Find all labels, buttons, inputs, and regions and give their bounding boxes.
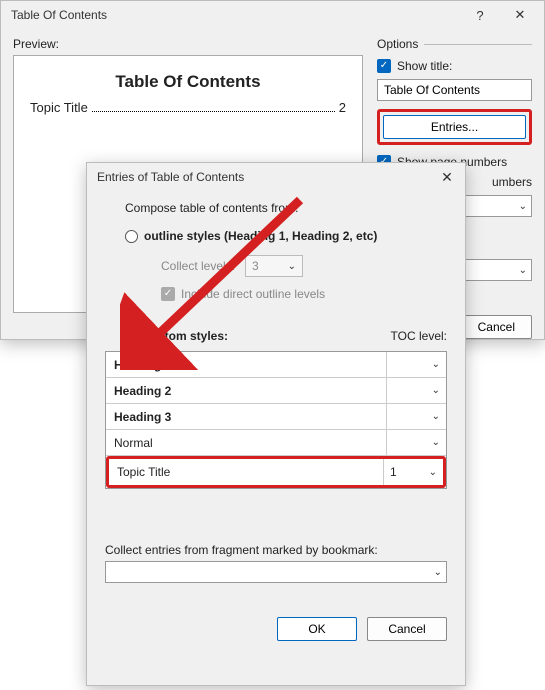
preview-title: Table Of Contents <box>30 72 346 92</box>
radio-icon <box>125 230 138 243</box>
sub-close-button[interactable]: ✕ <box>433 163 461 191</box>
preview-leader-dots <box>92 111 335 112</box>
toc-level-label: TOC level: <box>391 329 447 343</box>
collect-levels-label: Collect levels: <box>161 259 235 273</box>
bookmark-combo[interactable]: ⌄ <box>105 561 447 583</box>
style-level-combo[interactable]: ⌄ <box>386 404 446 429</box>
preview-item-page: 2 <box>339 100 346 115</box>
entries-button[interactable]: Entries... <box>383 115 526 139</box>
style-name: Heading 3 <box>106 410 386 424</box>
sub-cancel-button[interactable]: Cancel <box>367 617 447 641</box>
preview-item-text: Topic Title <box>30 100 88 115</box>
include-direct-checkbox: ✓ Include direct outline levels <box>105 285 447 303</box>
style-level-combo[interactable]: ⌄ <box>386 378 446 403</box>
separator <box>424 44 532 45</box>
style-name: Heading 1 <box>106 358 386 372</box>
options-label: Options <box>377 37 418 51</box>
chevron-down-icon: ⌄ <box>288 261 296 272</box>
style-row[interactable]: Heading 3 ⌄ <box>106 404 446 430</box>
chevron-down-icon: ⌄ <box>432 359 440 370</box>
radio-icon <box>125 330 138 343</box>
title-input[interactable] <box>377 79 532 101</box>
style-level-value: 1 <box>390 465 397 479</box>
check-icon: ✓ <box>377 59 391 73</box>
titlebar: Table Of Contents ? ✕ <box>1 1 544 29</box>
collect-bookmark-label: Collect entries from fragment marked by … <box>105 543 447 557</box>
style-row[interactable]: Normal ⌄ <box>106 430 446 456</box>
topic-title-highlight: Topic Title1⌄ <box>106 456 446 488</box>
include-direct-label: Include direct outline levels <box>181 287 325 301</box>
style-name: Topic Title <box>109 465 383 479</box>
chevron-down-icon: ⌄ <box>434 567 442 578</box>
style-level-combo[interactable]: ⌄ <box>386 352 446 377</box>
check-icon: ✓ <box>161 287 175 301</box>
chevron-down-icon: ⌄ <box>519 201 527 212</box>
chevron-down-icon: ⌄ <box>432 385 440 396</box>
main-cancel-button[interactable]: Cancel <box>461 315 532 339</box>
style-name: Normal <box>106 436 386 450</box>
custom-radio-label: custom styles: <box>144 329 228 343</box>
chevron-down-icon: ⌄ <box>432 411 440 422</box>
outline-radio-label: outline styles (Heading 1, Heading 2, et… <box>144 229 377 243</box>
sub-titlebar: Entries of Table of Contents ✕ <box>87 163 465 191</box>
preview-row: Topic Title 2 <box>30 100 346 115</box>
style-row[interactable]: Heading 2 ⌄ <box>106 378 446 404</box>
style-name: Heading 2 <box>106 384 386 398</box>
sub-dialog-title: Entries of Table of Contents <box>97 170 433 184</box>
entries-dialog: Entries of Table of Contents ✕ Compose t… <box>86 162 466 686</box>
chevron-down-icon: ⌄ <box>429 467 437 478</box>
outline-styles-radio[interactable]: outline styles (Heading 1, Heading 2, et… <box>105 225 447 247</box>
chevron-down-icon: ⌄ <box>519 265 527 276</box>
style-level-combo[interactable]: ⌄ <box>386 430 446 455</box>
chevron-down-icon: ⌄ <box>432 437 440 448</box>
close-button[interactable]: ✕ <box>500 1 540 29</box>
ok-button[interactable]: OK <box>277 617 357 641</box>
levels-spinner: 3 ⌄ <box>245 255 303 277</box>
style-table: Heading 1 ⌄ Heading 2 ⌄ Heading 3 ⌄ Normal ⌄ Top… <box>105 351 447 489</box>
style-row[interactable]: Topic Title1⌄ <box>109 459 443 485</box>
custom-styles-radio[interactable]: custom styles: <box>125 325 391 347</box>
help-button[interactable]: ? <box>460 1 500 29</box>
preview-label: Preview: <box>13 37 363 51</box>
entries-highlight: Entries... <box>377 109 532 145</box>
show-title-checkbox[interactable]: ✓ Show title: <box>377 57 532 75</box>
style-row[interactable]: Heading 1 ⌄ <box>106 352 446 378</box>
compose-label: Compose table of contents from: <box>105 201 447 215</box>
style-level-combo[interactable]: 1⌄ <box>383 459 443 485</box>
show-title-label: Show title: <box>397 59 452 73</box>
dialog-title: Table Of Contents <box>11 8 460 22</box>
